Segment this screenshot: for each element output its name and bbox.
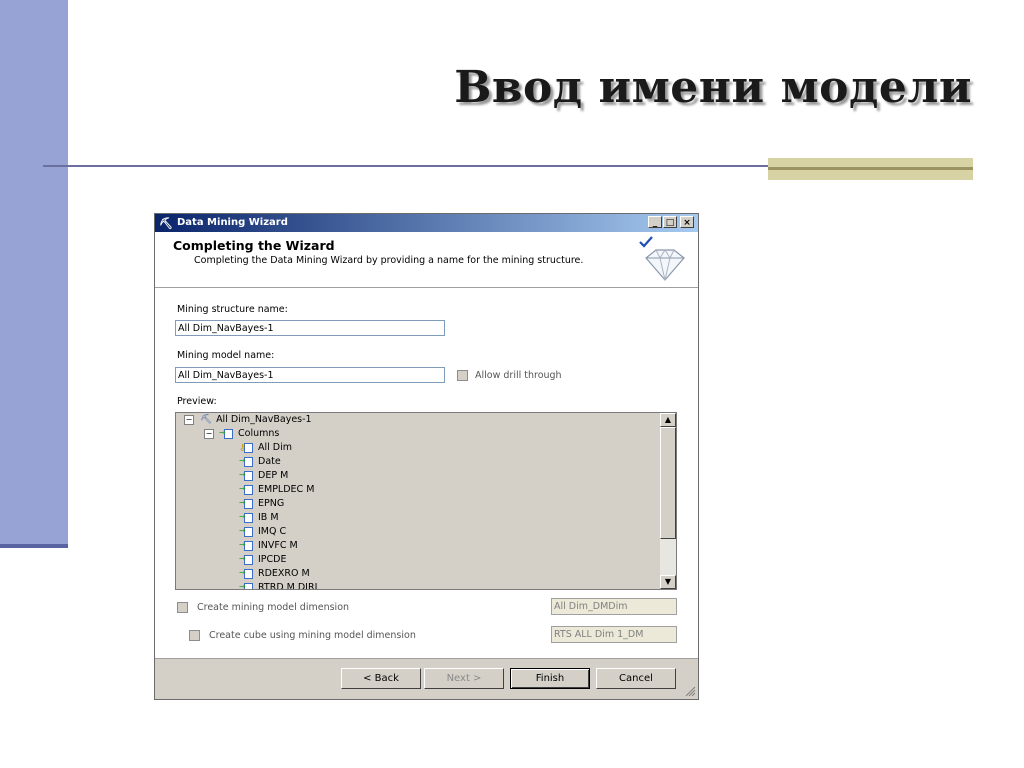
tree-item-label: IPCDE xyxy=(258,554,287,565)
preview-label: Preview: xyxy=(177,396,217,407)
create-cube-checkbox[interactable] xyxy=(189,630,200,641)
tree-item[interactable]: IPCDE xyxy=(239,552,287,567)
tree-item-label: INVFC M xyxy=(258,540,298,551)
tree-item-label: IB M xyxy=(258,512,279,523)
tree-item[interactable]: DEP M xyxy=(239,468,289,483)
tree-item-label: DEP M xyxy=(258,470,289,481)
input-column-icon xyxy=(239,468,254,482)
wizard-body: Mining structure name: All Dim_NavBayes-… xyxy=(155,288,698,658)
tree-item[interactable]: Date xyxy=(239,454,281,469)
input-column-icon xyxy=(239,454,254,468)
scroll-thumb[interactable] xyxy=(660,427,676,539)
tree-item[interactable]: EMPLDEC M xyxy=(239,482,315,497)
dimension-name-input[interactable]: All Dim_DMDim xyxy=(551,598,677,615)
input-column-icon xyxy=(239,580,254,589)
window-title: Data Mining Wizard xyxy=(177,217,288,228)
model-name-label: Mining model name: xyxy=(177,350,275,361)
slide-title: Ввод имени модели xyxy=(454,62,972,113)
model-name-input[interactable]: All Dim_NavBayes-1 xyxy=(175,367,445,383)
collapse-icon[interactable]: − xyxy=(204,428,214,439)
structure-name-label: Mining structure name: xyxy=(177,304,288,315)
tree-vertical-scrollbar[interactable]: ▲ ▼ xyxy=(660,413,676,589)
tree-item[interactable]: EPNG xyxy=(239,496,285,511)
input-column-icon xyxy=(239,524,254,538)
input-column-icon xyxy=(239,566,254,580)
mining-pick-icon: ⛏ xyxy=(159,217,173,230)
allow-drill-through-checkbox[interactable] xyxy=(457,370,468,381)
input-column-icon xyxy=(239,552,254,566)
input-column-icon xyxy=(239,510,254,524)
structure-name-input[interactable]: All Dim_NavBayes-1 xyxy=(175,320,445,336)
next-button[interactable]: Next > xyxy=(424,668,504,689)
input-column-icon xyxy=(239,482,254,496)
tree-item-label: Date xyxy=(258,456,281,467)
slide-divider-line xyxy=(43,165,770,167)
cancel-button[interactable]: Cancel xyxy=(596,668,676,689)
slide-side-bar-edge xyxy=(0,544,68,548)
allow-drill-through-label: Allow drill through xyxy=(475,370,562,381)
scroll-up-icon[interactable]: ▲ xyxy=(660,413,676,427)
create-dimension-checkbox[interactable] xyxy=(177,602,188,613)
wizard-subtitle: Completing the Data Mining Wizard by pro… xyxy=(194,255,584,266)
scroll-down-icon[interactable]: ▼ xyxy=(660,575,676,589)
create-cube-label: Create cube using mining model dimension xyxy=(209,630,416,641)
resize-grip-icon[interactable] xyxy=(684,685,696,697)
tree-item-label: RDEXRO M xyxy=(258,568,310,579)
finish-button[interactable]: Finish xyxy=(510,668,590,689)
diamond-checkmark-icon xyxy=(639,236,685,281)
tree-item-label: All Dim xyxy=(258,442,293,453)
back-button[interactable]: < Back xyxy=(341,668,421,689)
tree-item[interactable]: RDEXRO M xyxy=(239,566,310,581)
key-column-icon xyxy=(239,441,254,455)
tree-item[interactable]: RTRD M DIRI xyxy=(239,580,318,590)
slide-side-bar xyxy=(0,0,68,548)
tree-item[interactable]: INVFC M xyxy=(239,538,298,553)
wizard-header: Completing the Wizard Completing the Dat… xyxy=(155,232,698,288)
tree-item[interactable]: IMQ C xyxy=(239,524,287,539)
cube-name-input[interactable]: RTS ALL Dim 1_DM xyxy=(551,626,677,643)
columns-folder-icon xyxy=(219,426,234,440)
wizard-footer: < Back Next > Finish Cancel xyxy=(155,658,698,699)
close-button[interactable]: × xyxy=(680,216,694,228)
slide-accent-block xyxy=(768,158,973,180)
tree-item[interactable]: IB M xyxy=(239,510,279,525)
minimize-button[interactable]: _ xyxy=(648,216,662,228)
maximize-button[interactable]: □ xyxy=(663,216,677,228)
create-dimension-label: Create mining model dimension xyxy=(197,602,350,613)
window-controls: _ □ × xyxy=(648,216,694,228)
collapse-icon[interactable]: − xyxy=(184,414,194,425)
data-mining-wizard-dialog: ⛏ Data Mining Wizard _ □ × Completing th… xyxy=(154,213,699,700)
tree-item-label: RTRD M DIRI xyxy=(258,582,318,590)
mining-pick-icon: ⛏ xyxy=(200,414,213,425)
tree-item[interactable]: All Dim xyxy=(239,441,293,455)
wizard-title: Completing the Wizard xyxy=(173,238,335,253)
tree-item-label: EMPLDEC M xyxy=(258,484,315,495)
window-titlebar[interactable]: ⛏ Data Mining Wizard _ □ × xyxy=(155,214,698,232)
tree-root-label: All Dim_NavBayes-1 xyxy=(216,414,312,425)
tree-item-label: IMQ C xyxy=(258,526,287,537)
tree-root-node[interactable]: − ⛏ All Dim_NavBayes-1 xyxy=(184,413,312,427)
input-column-icon xyxy=(239,538,254,552)
tree-columns-node[interactable]: − Columns xyxy=(204,426,280,441)
tree-columns-label: Columns xyxy=(238,428,280,439)
input-column-icon xyxy=(239,496,254,510)
tree-item-label: EPNG xyxy=(258,498,285,509)
preview-tree[interactable]: −⛏All Dim_NavBayes-1 −Columns All Dim Da… xyxy=(175,412,677,590)
